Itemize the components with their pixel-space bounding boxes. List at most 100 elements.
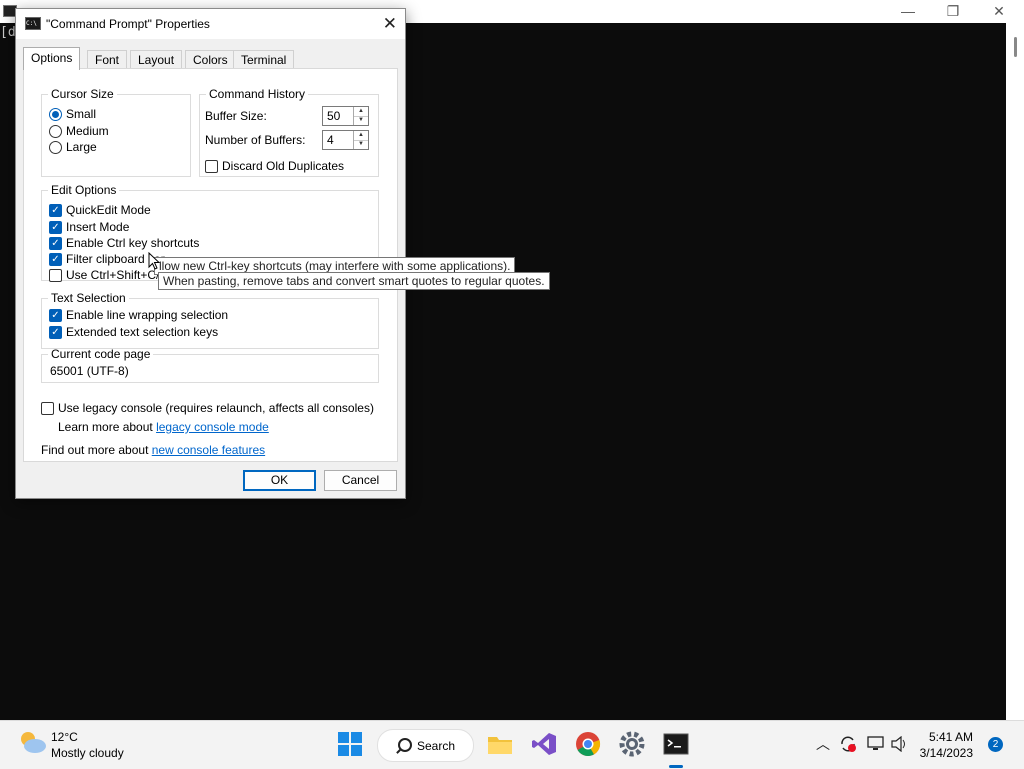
radio-button[interactable] — [49, 140, 62, 154]
weather-temperature: 12°C — [51, 730, 78, 744]
checkbox-label: Discard Old Duplicates — [222, 159, 345, 173]
weather-widget[interactable] — [18, 729, 48, 755]
radio-large[interactable]: Large — [49, 139, 97, 155]
windows-start-icon[interactable] — [337, 731, 363, 757]
radio-small[interactable]: Small — [49, 106, 96, 122]
console-line: [d — [0, 25, 16, 40]
legacy-console-checkbox[interactable]: Use legacy console (requires relaunch, a… — [41, 400, 374, 416]
checkbox-label: QuickEdit Mode — [66, 203, 151, 217]
radio-label: Small — [66, 107, 97, 121]
taskbar-search[interactable]: Search — [377, 729, 474, 762]
terminal-icon[interactable] — [663, 731, 689, 757]
cancel-button[interactable]: Cancel — [324, 470, 397, 491]
number-of-buffers-value[interactable]: 4 — [327, 133, 334, 147]
radio-label: Medium — [66, 124, 109, 138]
mouse-pointer-icon — [148, 252, 160, 270]
checkbox-label: Use legacy console (requires relaunch, a… — [58, 401, 374, 415]
check-icon[interactable]: ✓ — [49, 220, 62, 234]
legacy-console-link[interactable]: legacy console mode — [156, 420, 269, 434]
ok-button[interactable]: OK — [243, 470, 316, 491]
code-page-group: Current code page 65001 (UTF-8) — [41, 347, 379, 383]
weather-cloud-icon — [21, 732, 46, 753]
search-icon — [398, 738, 412, 752]
quickedit-checkbox[interactable]: ✓ QuickEdit Mode — [49, 202, 151, 218]
buffer-size-value[interactable]: 50 — [327, 109, 340, 123]
check-icon[interactable]: ✓ — [49, 308, 62, 322]
number-of-buffers-stepper[interactable]: 4 ▲ ▼ — [322, 130, 369, 150]
ctrl-shortcuts-checkbox[interactable]: ✓ Enable Ctrl key shortcuts — [49, 235, 199, 251]
radio-button[interactable] — [49, 107, 62, 121]
clock-date: 3/14/2023 — [919, 746, 973, 760]
clock-time: 5:41 AM — [928, 730, 973, 744]
notification-badge[interactable]: 2 — [988, 737, 1003, 752]
visual-studio-icon[interactable] — [531, 731, 557, 757]
find-out-prefix: Find out more about — [41, 443, 152, 457]
discard-duplicates-checkbox[interactable]: Discard Old Duplicates — [205, 158, 344, 174]
checkbox-label: Insert Mode — [66, 220, 130, 234]
check-icon[interactable]: ✓ — [49, 236, 62, 250]
line-wrapping-checkbox[interactable]: ✓ Enable line wrapping selection — [49, 307, 228, 323]
buffer-size-label: Buffer Size: — [205, 109, 267, 123]
network-icon[interactable] — [867, 736, 885, 752]
minimize-button[interactable]: — — [885, 0, 931, 23]
learn-more-text: Learn more about legacy console mode — [58, 420, 269, 434]
search-label: Search — [417, 739, 456, 753]
check-icon[interactable]: ✓ — [49, 252, 62, 266]
radio-button[interactable] — [49, 124, 62, 138]
code-page-value: 65001 (UTF-8) — [50, 364, 129, 378]
text-selection-legend: Text Selection — [51, 291, 126, 305]
tab-layout[interactable]: Layout — [130, 50, 183, 69]
chrome-icon[interactable] — [575, 731, 601, 757]
edit-options-legend: Edit Options — [51, 183, 117, 197]
buffer-size-stepper[interactable]: 50 ▲ ▼ — [322, 106, 369, 126]
number-of-buffers-label: Number of Buffers: — [205, 133, 306, 147]
taskbar-clock[interactable]: 5:41 AM 3/14/2023 — [920, 729, 973, 761]
dialog-close-button[interactable]: ✕ — [383, 14, 397, 34]
find-out-text: Find out more about new console features — [41, 443, 265, 457]
command-history-group: Command History Buffer Size: 50 ▲ ▼ Numb… — [199, 87, 379, 177]
code-page-legend: Current code page — [51, 347, 151, 361]
checkbox-box[interactable] — [49, 268, 62, 282]
close-button[interactable]: ✕ — [976, 0, 1022, 23]
radio-label: Large — [66, 140, 97, 154]
properties-dialog: C:\ "Command Prompt" Properties ✕ Option… — [15, 8, 406, 499]
filter-clipboard-tooltip: When pasting, remove tabs and convert sm… — [158, 272, 550, 290]
tab-terminal[interactable]: Terminal — [233, 50, 295, 69]
maximize-button[interactable]: ❐ — [930, 0, 976, 23]
cursor-size-legend: Cursor Size — [51, 87, 114, 101]
settings-gear-icon[interactable] — [619, 731, 645, 757]
cursor-size-group: Cursor Size Small Medium Large — [41, 87, 191, 177]
text-selection-group: Text Selection ✓ Enable line wrapping se… — [41, 291, 379, 349]
insert-mode-checkbox[interactable]: ✓ Insert Mode — [49, 219, 129, 235]
tab-options[interactable]: Options — [23, 47, 81, 70]
taskbar: 12°C Mostly cloudy Search ︿ 5:41 AM 3/14… — [0, 720, 1024, 769]
tab-colors[interactable]: Colors — [185, 50, 236, 69]
ctrl-shift-copy-checkbox[interactable]: Use Ctrl+Shift+C/\ — [49, 267, 163, 283]
cmd-icon: C:\ — [25, 17, 41, 30]
chevron-up-icon[interactable]: ︿ — [816, 734, 830, 754]
checkbox-box[interactable] — [41, 401, 54, 415]
volume-icon[interactable] — [891, 736, 909, 752]
learn-more-prefix: Learn more about — [58, 420, 157, 434]
tab-font[interactable]: Font — [87, 50, 128, 69]
command-history-legend: Command History — [209, 87, 306, 101]
scrollbar-thumb[interactable] — [1014, 37, 1017, 57]
weather-condition: Mostly cloudy — [51, 746, 124, 760]
check-icon[interactable]: ✓ — [49, 203, 62, 217]
radio-medium[interactable]: Medium — [49, 123, 109, 139]
spin-down-icon[interactable]: ▼ — [354, 116, 368, 125]
dialog-titlebar: C:\ "Command Prompt" Properties ✕ — [16, 9, 405, 39]
console-scrollbar[interactable] — [1006, 23, 1024, 720]
dialog-title: "Command Prompt" Properties — [46, 17, 210, 31]
extended-selection-checkbox[interactable]: ✓ Extended text selection keys — [49, 324, 218, 340]
spin-down-icon[interactable]: ▼ — [354, 140, 368, 149]
checkbox-box[interactable] — [205, 159, 218, 173]
sync-icon[interactable] — [839, 735, 857, 753]
checkbox-label: Enable Ctrl key shortcuts — [66, 236, 200, 250]
file-explorer-icon[interactable] — [487, 731, 513, 757]
spin-arrows: ▲ ▼ — [353, 131, 368, 149]
new-console-features-link[interactable]: new console features — [152, 443, 265, 457]
checkbox-label: Extended text selection keys — [66, 325, 219, 339]
check-icon[interactable]: ✓ — [49, 325, 62, 339]
checkbox-label: Enable line wrapping selection — [66, 308, 229, 322]
